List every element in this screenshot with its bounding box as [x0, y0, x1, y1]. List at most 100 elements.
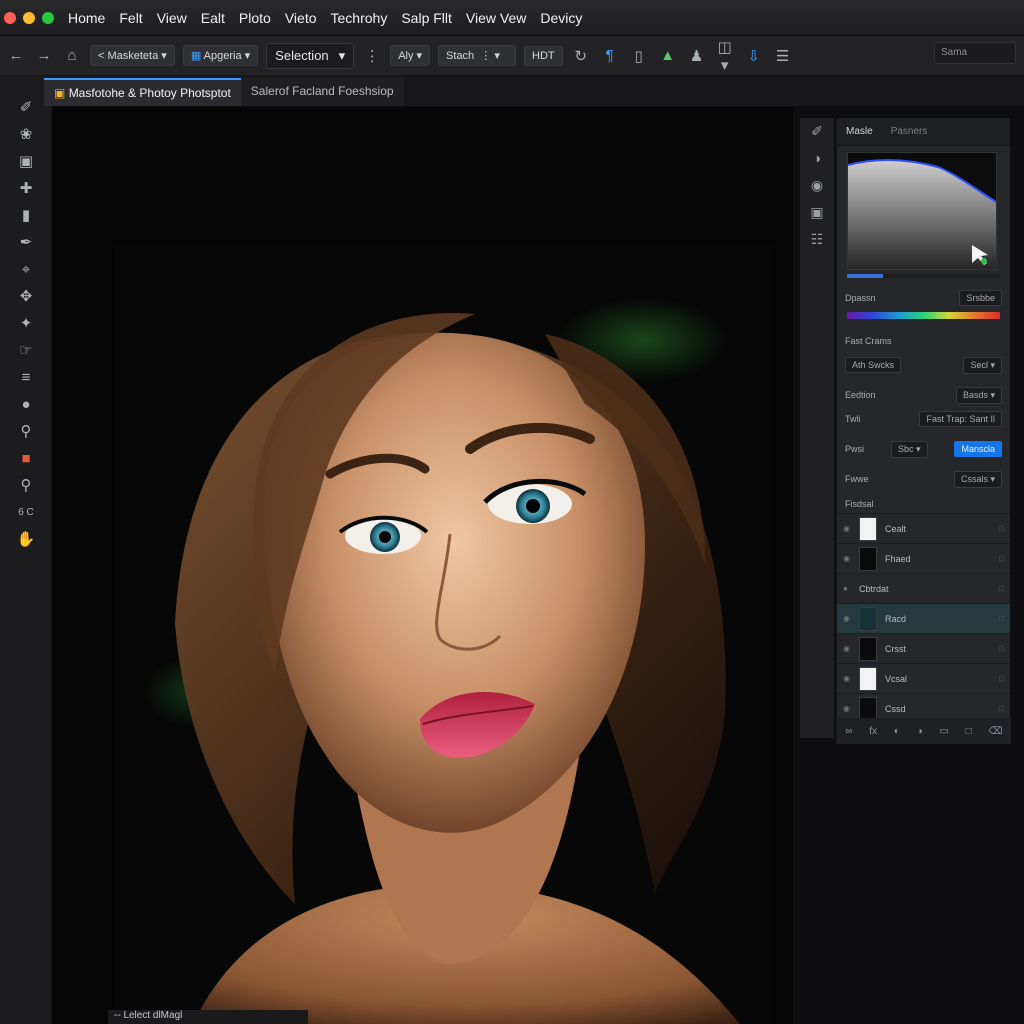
- fx-icon[interactable]: fx: [869, 726, 877, 737]
- preset-dropdown[interactable]: < Masketeta ▾: [90, 45, 175, 66]
- tab-document-1[interactable]: ▣ Masfotohe & Photoy Photsptot: [44, 78, 241, 106]
- lock-icon[interactable]: □: [999, 704, 1004, 713]
- smudge-icon[interactable]: ☞: [4, 338, 48, 364]
- tool-dropdown[interactable]: Fast Trap: Sant Il: [919, 411, 1002, 427]
- lock-icon[interactable]: □: [999, 584, 1004, 593]
- layer-name: Cbtrdat: [859, 583, 889, 594]
- layer-thumbnail: [859, 696, 877, 721]
- text-icon[interactable]: ≡: [4, 365, 48, 391]
- menu-view-view[interactable]: View Vew: [466, 10, 526, 26]
- new-layer-icon[interactable]: □: [966, 726, 972, 737]
- dispersion-field[interactable]: Srsbbe: [959, 290, 1002, 306]
- mountain-icon[interactable]: ▲: [657, 47, 679, 64]
- menu-edit[interactable]: Ealt: [201, 10, 225, 26]
- select-dropdown[interactable]: Secl ▾: [963, 356, 1002, 374]
- zoom-icon[interactable]: ⚲: [4, 419, 48, 445]
- menu-device[interactable]: Devicy: [540, 10, 582, 26]
- histogram-slider[interactable]: [847, 274, 1000, 278]
- menu-icon[interactable]: ☰: [773, 47, 793, 65]
- forward-arrow-icon[interactable]: →: [34, 47, 54, 64]
- pen-icon[interactable]: ✒: [4, 230, 48, 256]
- mask-icon[interactable]: ◐: [894, 726, 900, 737]
- back-arrow-icon[interactable]: ←: [6, 47, 26, 64]
- adjust-icon[interactable]: ◑: [800, 145, 834, 172]
- layer-item[interactable]: ● Cbtrdat □: [837, 573, 1010, 603]
- group-row: Fwwe Cssals ▾: [837, 467, 1010, 491]
- group-dropdown[interactable]: Cssals ▾: [953, 470, 1002, 488]
- selection-dropdown[interactable]: Selection ▾: [266, 42, 355, 69]
- visibility-icon[interactable]: ◉: [843, 704, 851, 713]
- stack-dropdown[interactable]: Stach ⋮ ▾: [438, 45, 517, 66]
- grid-dropdown[interactable]: ▦ Apgeria ▾: [182, 45, 259, 66]
- tab-document-2[interactable]: Salerof Facland Foeshsiop: [240, 78, 404, 106]
- folder-icon[interactable]: ▭: [939, 726, 948, 737]
- lock-icon[interactable]: □: [999, 554, 1004, 563]
- menu-technology[interactable]: Techrohy: [331, 10, 388, 26]
- auto-select-button[interactable]: Ath Swcks: [845, 357, 902, 373]
- visibility-icon[interactable]: ◉: [843, 554, 851, 563]
- menu-video[interactable]: Vieto: [285, 10, 317, 26]
- stamp-icon[interactable]: ▣: [4, 149, 48, 175]
- menu-view[interactable]: View: [157, 10, 187, 26]
- mode-dropdown[interactable]: Sbc ▾: [890, 440, 928, 458]
- ruler-icon[interactable]: ⋮: [362, 47, 382, 65]
- wand-icon[interactable]: ✦: [4, 311, 48, 337]
- minimize-window-button[interactable]: [23, 11, 35, 24]
- hdt-button[interactable]: HDT: [524, 45, 563, 66]
- layer-item[interactable]: ◉ Crsst □: [837, 633, 1010, 663]
- color-swatch-icon[interactable]: ■: [4, 446, 48, 472]
- trash-icon[interactable]: ⌫: [988, 726, 1002, 737]
- close-window-button[interactable]: [4, 11, 16, 24]
- crop-icon[interactable]: ⌖: [4, 257, 48, 283]
- columns-icon[interactable]: ▯: [629, 47, 649, 65]
- lock-icon[interactable]: □: [999, 674, 1004, 683]
- menu-split[interactable]: Salp Fllt: [401, 10, 452, 26]
- menu-file[interactable]: Felt: [119, 10, 142, 26]
- text-style-icon[interactable]: ¶: [599, 47, 621, 64]
- layers-icon[interactable]: ◫ ▾: [715, 38, 735, 74]
- lock-icon[interactable]: □: [999, 614, 1004, 623]
- search-input[interactable]: Sama: [934, 42, 1016, 64]
- hand-icon[interactable]: ✋: [4, 527, 48, 553]
- layer-item[interactable]: ◉ Vcsal □: [837, 663, 1010, 693]
- visibility-icon[interactable]: ◉: [843, 644, 851, 653]
- tab-parameters[interactable]: Pasners: [882, 118, 937, 145]
- magnify-icon[interactable]: ⚲: [4, 473, 48, 499]
- eraser-icon[interactable]: ▮: [4, 203, 48, 229]
- color-spectrum-slider[interactable]: [847, 312, 1000, 319]
- tool-value: Fast Trap: Sant Il: [926, 414, 995, 424]
- zoom-window-button[interactable]: [42, 11, 54, 24]
- export-icon[interactable]: ⇩: [743, 47, 765, 65]
- align-dropdown[interactable]: Aly ▾: [390, 45, 431, 66]
- canvas-area[interactable]: [53, 107, 793, 1024]
- edition-dropdown[interactable]: Basds ▾: [955, 386, 1002, 404]
- library-icon[interactable]: ☷: [800, 226, 834, 253]
- move-icon[interactable]: ✥: [4, 284, 48, 310]
- home-icon[interactable]: ⌂: [62, 47, 82, 64]
- apply-button[interactable]: Manscla: [954, 441, 1002, 457]
- figure-icon[interactable]: ♟: [687, 47, 707, 65]
- dispersion-label: Dpassn: [845, 293, 876, 303]
- menu-home[interactable]: Home: [68, 10, 105, 26]
- visibility-icon[interactable]: ◉: [843, 524, 851, 533]
- clone-source-icon[interactable]: ◉: [800, 172, 834, 199]
- tab-masks[interactable]: Masle: [837, 118, 882, 145]
- brush-icon[interactable]: ✐: [4, 95, 48, 121]
- layer-item[interactable]: ◉ Cealt □: [837, 513, 1010, 543]
- dodge-icon[interactable]: ●: [4, 392, 48, 418]
- heal-icon[interactable]: ✚: [4, 176, 48, 202]
- link-icon[interactable]: ∞: [845, 726, 852, 737]
- brush-settings-icon[interactable]: ✐: [800, 118, 834, 145]
- lock-icon[interactable]: □: [999, 524, 1004, 533]
- lock-icon[interactable]: □: [999, 644, 1004, 653]
- layer-item[interactable]: ◉ Fhaed □: [837, 543, 1010, 573]
- menu-photo[interactable]: Ploto: [239, 10, 271, 26]
- camera-icon[interactable]: ▣: [800, 199, 834, 226]
- visibility-icon[interactable]: ◉: [843, 674, 851, 683]
- adjustment-icon[interactable]: ◑: [917, 726, 923, 737]
- visibility-icon[interactable]: ●: [843, 584, 851, 593]
- refresh-icon[interactable]: ↻: [571, 47, 591, 65]
- lasso-icon[interactable]: ❀: [4, 122, 48, 148]
- visibility-icon[interactable]: ◉: [843, 614, 851, 623]
- layer-item-selected[interactable]: ◉ Racd □: [837, 603, 1010, 633]
